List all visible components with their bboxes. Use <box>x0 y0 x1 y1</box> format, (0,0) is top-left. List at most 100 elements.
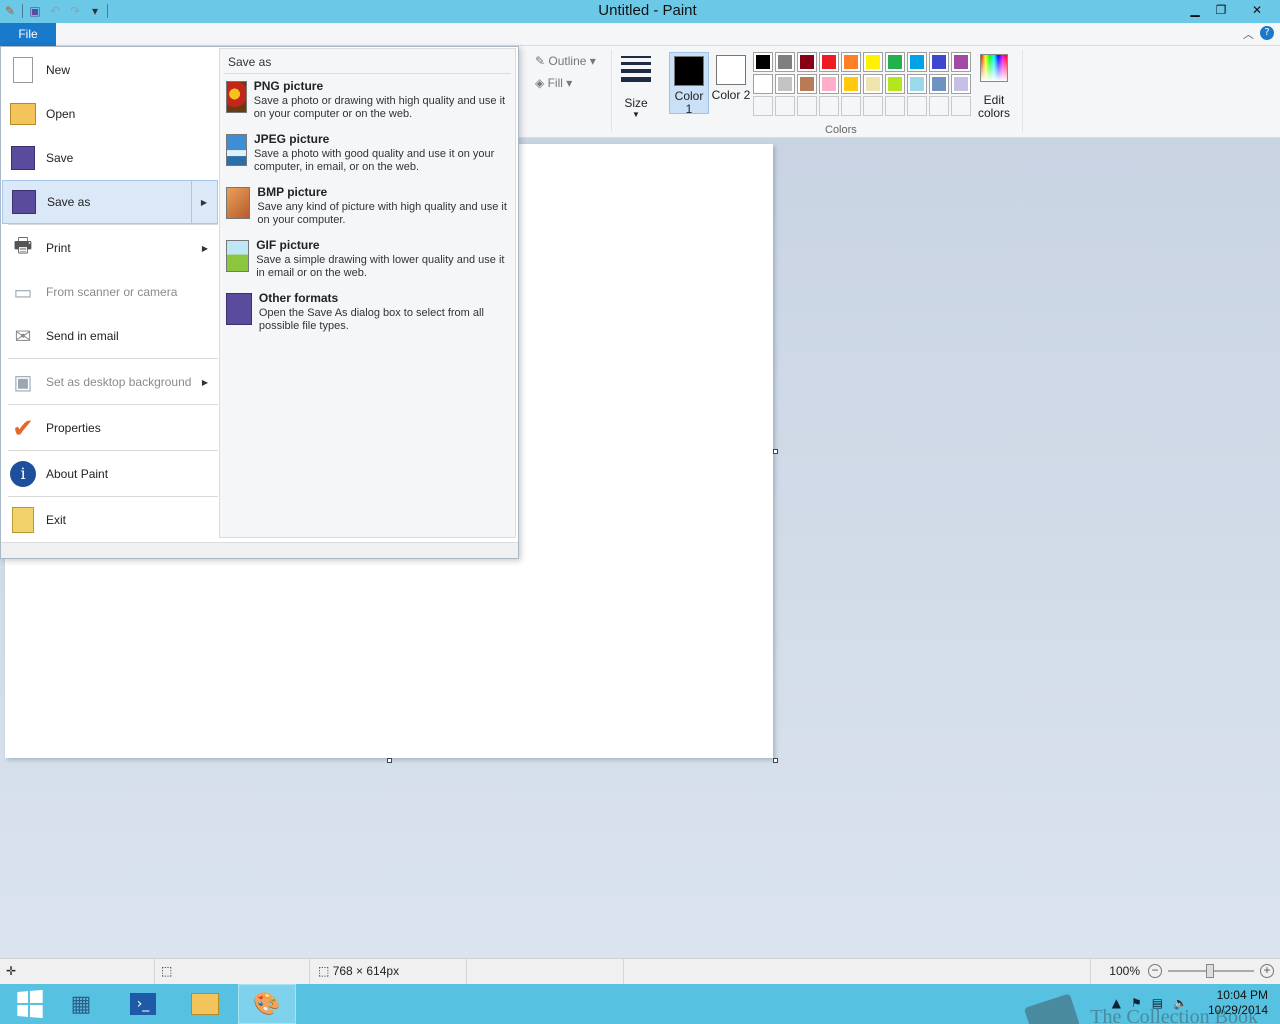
menu-label-exit: Exit <box>46 513 67 527</box>
save-as-other-option[interactable]: Other formats Open the Save As dialog bo… <box>226 291 512 341</box>
swatch-fill <box>888 77 902 91</box>
menu-item-send-email[interactable]: ✉ Send in email <box>2 314 218 358</box>
menu-item-save[interactable]: Save <box>2 136 218 180</box>
palette-empty-swatch[interactable] <box>929 96 949 116</box>
menu-label-desktop-background: Set as desktop background <box>46 375 192 389</box>
file-explorer-button[interactable] <box>176 984 234 1024</box>
gif-option-desc: Save a simple drawing with lower quality… <box>256 254 505 279</box>
color2-button[interactable]: Color 2 <box>711 52 751 114</box>
menu-item-save-as[interactable]: Save as ▶ <box>2 180 218 224</box>
edit-colors-button[interactable]: Edit colors <box>976 54 1012 120</box>
palette-color-swatch[interactable] <box>775 52 795 72</box>
resize-handle-right[interactable] <box>773 449 778 454</box>
menu-label-save: Save <box>46 151 74 165</box>
palette-empty-swatch[interactable] <box>775 96 795 116</box>
palette-empty-swatch[interactable] <box>885 96 905 116</box>
cursor-position-cell: ✛ <box>0 959 155 984</box>
zoom-control: − + <box>1148 964 1274 978</box>
palette-color-swatch[interactable] <box>863 74 883 94</box>
outline-button[interactable]: ✎ Outline ▾ <box>535 54 596 68</box>
zoom-in-button[interactable]: + <box>1260 964 1274 978</box>
palette-color-swatch[interactable] <box>951 52 971 72</box>
checkmark-icon: ✔ <box>12 412 34 443</box>
other-option-title: Other formats <box>258 291 339 305</box>
resize-handle-corner[interactable] <box>773 758 778 763</box>
color1-swatch <box>674 56 704 86</box>
menu-item-open[interactable]: Open <box>2 92 218 136</box>
swatch-fill <box>756 55 770 69</box>
swatch-fill <box>866 55 880 69</box>
swatch-fill <box>844 77 858 91</box>
palette-empty-swatch[interactable] <box>753 96 773 116</box>
palette-empty-swatch[interactable] <box>819 96 839 116</box>
palette-color-swatch[interactable] <box>819 52 839 72</box>
palette-color-swatch[interactable] <box>907 74 927 94</box>
server-manager-icon: ▦ <box>70 991 92 1017</box>
palette-color-swatch[interactable] <box>929 74 949 94</box>
palette-color-swatch[interactable] <box>841 74 861 94</box>
palette-color-swatch[interactable] <box>841 52 861 72</box>
windows-logo-icon <box>17 989 43 1019</box>
palette-color-swatch[interactable] <box>863 52 883 72</box>
close-button[interactable]: ✕ <box>1234 0 1280 20</box>
save-as-png-option[interactable]: PNG picture Save a photo or drawing with… <box>226 79 512 129</box>
zoom-out-button[interactable]: − <box>1148 964 1162 978</box>
zoom-slider-thumb[interactable] <box>1206 964 1214 978</box>
color1-button[interactable]: Color 1 <box>669 52 709 116</box>
save-disk-icon <box>8 143 38 173</box>
palette-color-swatch[interactable] <box>797 74 817 94</box>
bmp-option-title: BMP picture <box>257 185 328 199</box>
jpeg-option-desc: Save a photo with good quality and use i… <box>253 148 495 173</box>
menu-item-print[interactable]: 🖶 Print ▶ <box>2 226 218 270</box>
palette-color-swatch[interactable] <box>885 52 905 72</box>
palette-empty-swatch[interactable] <box>797 96 817 116</box>
resize-handle-bottom[interactable] <box>387 758 392 763</box>
restore-button[interactable]: ❐ <box>1208 0 1234 20</box>
palette-empty-swatch[interactable] <box>841 96 861 116</box>
zoom-slider[interactable] <box>1168 964 1254 978</box>
menu-separator <box>8 450 218 451</box>
palette-color-swatch[interactable] <box>929 52 949 72</box>
palette-color-swatch[interactable] <box>797 52 817 72</box>
watermark: The Collection Book <box>1024 993 1258 1024</box>
swatch-fill <box>822 77 836 91</box>
file-tab[interactable]: File <box>0 23 56 46</box>
jpeg-picture-icon <box>226 134 247 166</box>
printer-icon: 🖶 <box>13 235 33 257</box>
minimize-button[interactable]: ▁ <box>1182 0 1208 20</box>
start-button[interactable] <box>0 984 58 1024</box>
palette-color-swatch[interactable] <box>753 74 773 94</box>
save-as-jpeg-option[interactable]: JPEG picture Save a photo with good qual… <box>226 132 512 182</box>
palette-color-swatch[interactable] <box>775 74 795 94</box>
menu-item-about[interactable]: i About Paint <box>2 452 218 496</box>
palette-empty-swatch[interactable] <box>907 96 927 116</box>
palette-empty-swatch[interactable] <box>863 96 883 116</box>
menu-item-new[interactable]: New <box>2 48 218 92</box>
other-formats-icon <box>226 293 252 325</box>
palette-color-swatch[interactable] <box>753 52 773 72</box>
minimize-ribbon-icon[interactable]: ︿ <box>1243 26 1254 42</box>
menu-item-from-scanner[interactable]: ▭ From scanner or camera <box>2 270 218 314</box>
swatch-fill <box>756 77 770 91</box>
palette-color-swatch[interactable] <box>951 74 971 94</box>
exit-icon <box>8 505 38 535</box>
menu-separator <box>8 496 218 497</box>
palette-color-swatch[interactable] <box>885 74 905 94</box>
palette-color-swatch[interactable] <box>907 52 927 72</box>
fill-button[interactable]: ◈ Fill ▾ <box>535 76 572 90</box>
save-as-bmp-option[interactable]: BMP picture Save any kind of picture wit… <box>226 185 512 235</box>
powershell-button[interactable]: ›_ <box>114 984 172 1024</box>
menu-item-properties[interactable]: ✔ Properties <box>2 406 218 450</box>
submenu-arrow-icon: ▶ <box>201 377 208 387</box>
menu-item-exit[interactable]: Exit <box>2 498 218 542</box>
server-manager-button[interactable]: ▦ <box>52 984 110 1024</box>
size-button[interactable]: Size ▼ <box>618 54 654 119</box>
palette-color-swatch[interactable] <box>819 74 839 94</box>
swatch-fill <box>778 55 792 69</box>
help-icon[interactable]: ? <box>1260 26 1274 40</box>
menu-item-desktop-background[interactable]: ▣ Set as desktop background ▶ <box>2 360 218 404</box>
palette-empty-swatch[interactable] <box>951 96 971 116</box>
save-as-gif-option[interactable]: GIF picture Save a simple drawing with l… <box>226 238 512 288</box>
paint-taskbar-button[interactable]: 🎨 <box>238 984 296 1024</box>
edit-colors-icon <box>980 54 1008 82</box>
